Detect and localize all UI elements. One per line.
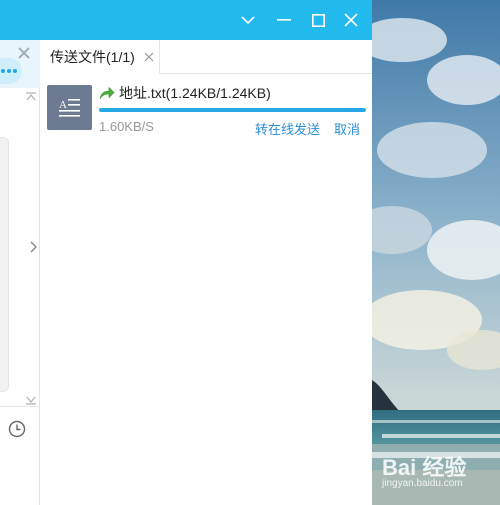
close-icon xyxy=(18,47,30,59)
title-bar xyxy=(0,0,372,40)
collapse-up-icon xyxy=(26,92,36,101)
tab-bar: 传送文件(1/1) xyxy=(40,40,372,74)
transfer-speed: 1.60KB/S xyxy=(99,119,154,134)
history-clock-icon xyxy=(8,420,26,438)
collapse-down-button[interactable] xyxy=(24,393,38,407)
desktop-wallpaper xyxy=(372,0,500,505)
file-transfer-item: A 地址.txt(1.24KB/1.24KB) 1.60KB/S 转在线发送 取… xyxy=(40,80,372,144)
file-name-row: 地址.txt(1.24KB/1.24KB) xyxy=(99,82,271,104)
chat-pane xyxy=(0,40,40,505)
more-options-button[interactable] xyxy=(0,58,22,84)
progress-fill xyxy=(99,108,366,112)
close-icon xyxy=(344,13,358,27)
file-transfer-panel: 传送文件(1/1) A 地址.txt(1.24KB/1.24KB) 1.60KB… xyxy=(40,40,372,505)
more-dots-icon xyxy=(1,69,5,73)
chat-message-bubble xyxy=(0,137,9,392)
collapse-down-icon xyxy=(26,396,36,405)
send-offline-link[interactable]: 转在线发送 xyxy=(255,119,320,138)
toolbar-divider xyxy=(0,406,40,407)
transfer-progress-bar xyxy=(99,108,366,112)
minimize-icon xyxy=(277,19,291,21)
tab-file-transfer[interactable]: 传送文件(1/1) xyxy=(40,40,160,74)
close-icon xyxy=(144,52,154,62)
message-history-button[interactable] xyxy=(6,418,28,440)
collapse-up-button[interactable] xyxy=(24,90,38,104)
expand-right-button[interactable] xyxy=(27,230,39,264)
tab-close-button[interactable] xyxy=(143,51,155,63)
watermark-url: jingyan.baidu.com xyxy=(382,478,463,489)
green-arrow-icon xyxy=(99,86,115,100)
chevron-down-icon xyxy=(241,16,255,24)
tab-label: 传送文件(1/1) xyxy=(50,49,135,65)
maximize-icon xyxy=(311,13,325,27)
dropdown-button[interactable] xyxy=(234,6,262,34)
chevron-right-icon xyxy=(30,241,37,253)
cancel-link[interactable]: 取消 xyxy=(334,119,360,138)
svg-text:A: A xyxy=(59,99,67,111)
minimize-button[interactable] xyxy=(270,6,298,34)
text-file-icon: A xyxy=(47,85,92,130)
baidu-jingyan-watermark: Bai 经验 jingyan.baidu.com xyxy=(380,448,496,496)
chat-pane-close-button[interactable] xyxy=(15,44,33,62)
chat-pane-header xyxy=(0,40,40,88)
file-name: 地址.txt(1.24KB/1.24KB) xyxy=(119,85,271,101)
close-button[interactable] xyxy=(337,6,365,34)
maximize-button[interactable] xyxy=(304,6,332,34)
